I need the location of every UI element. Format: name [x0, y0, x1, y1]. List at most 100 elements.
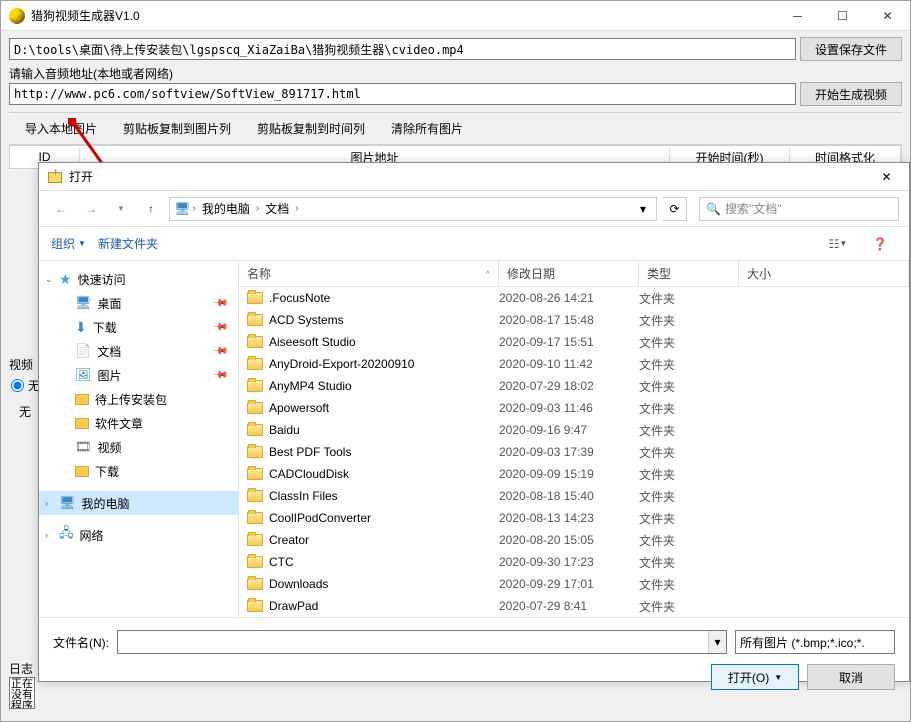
tree-desktop[interactable]: 🖥桌面📌	[39, 291, 238, 315]
file-row[interactable]: CTC2020-09-30 17:23文件夹	[239, 551, 909, 573]
file-date: 2020-09-30 17:23	[499, 555, 639, 569]
no-source-radio-input[interactable]	[11, 379, 24, 392]
nav-up-button[interactable]: ↑	[139, 197, 163, 221]
log-box[interactable]: 正在 没有 程序	[9, 677, 35, 709]
file-name: ClassIn Files	[269, 489, 338, 503]
file-row[interactable]: .FocusNote2020-08-26 14:21文件夹	[239, 287, 909, 309]
dialog-close-button[interactable]: ✕	[864, 163, 909, 191]
nav-back-button[interactable]: ←	[49, 197, 73, 221]
dialog-title: 打开	[69, 168, 864, 185]
file-type: 文件夹	[639, 554, 739, 571]
pin-icon: 📌	[211, 295, 228, 312]
breadcrumb-dropdown[interactable]: ▾	[634, 198, 652, 220]
dialog-toolbar: 组织▼ 新建文件夹 ☷ ▼ ❓	[39, 227, 909, 261]
file-date: 2020-08-20 15:05	[499, 533, 639, 547]
file-row[interactable]: Creator2020-08-20 15:05文件夹	[239, 529, 909, 551]
filename-dropdown[interactable]: ▾	[708, 631, 726, 653]
file-list[interactable]: 名称^ 修改日期 类型 大小 .FocusNote2020-08-26 14:2…	[239, 261, 909, 617]
start-generate-button[interactable]: 开始生成视频	[800, 82, 902, 106]
file-type: 文件夹	[639, 400, 739, 417]
clipboard-to-timelist-button[interactable]: 剪贴板复制到时间列	[247, 116, 375, 141]
file-name: Creator	[269, 533, 309, 547]
tree-documents[interactable]: 📄文档📌	[39, 339, 238, 363]
minimize-button[interactable]: ─	[775, 1, 820, 31]
file-row[interactable]: CADCloudDisk2020-09-09 15:19文件夹	[239, 463, 909, 485]
file-date: 2020-09-16 9:47	[499, 423, 639, 437]
filter-combo[interactable]: 所有图片 (*.bmp;*.ico;*.	[735, 630, 895, 654]
folder-icon	[75, 418, 89, 429]
clipboard-to-piclist-button[interactable]: 剪贴板复制到图片列	[113, 116, 241, 141]
col-date[interactable]: 修改日期	[499, 261, 639, 286]
breadcrumb-pc[interactable]: 我的电脑	[198, 198, 254, 219]
clear-all-images-button[interactable]: 清除所有图片	[381, 116, 473, 141]
maximize-button[interactable]: ☐	[820, 1, 865, 31]
file-row[interactable]: CoolIPodConverter2020-08-13 14:23文件夹	[239, 507, 909, 529]
tree-downloads2[interactable]: 下载	[39, 459, 238, 483]
nav-forward-button[interactable]: →	[79, 197, 103, 221]
file-row[interactable]: Downloads2020-09-29 17:01文件夹	[239, 573, 909, 595]
folder-icon	[247, 358, 263, 370]
filename-combo[interactable]: ▾	[117, 630, 727, 654]
file-row[interactable]: Apowersoft2020-09-03 11:46文件夹	[239, 397, 909, 419]
breadcrumb-docs[interactable]: 文档	[261, 198, 293, 219]
file-row[interactable]: DrawPad2020-07-29 8:41文件夹	[239, 595, 909, 617]
file-row[interactable]: Baidu2020-09-16 9:47文件夹	[239, 419, 909, 441]
set-save-button[interactable]: 设置保存文件	[800, 37, 902, 61]
file-row[interactable]: ACD Systems2020-08-17 15:48文件夹	[239, 309, 909, 331]
file-type: 文件夹	[639, 488, 739, 505]
file-row[interactable]: AnyMP4 Studio2020-07-29 18:02文件夹	[239, 375, 909, 397]
close-button[interactable]: ✕	[865, 1, 910, 31]
tree-video[interactable]: 🎞视频	[39, 435, 238, 459]
pc-icon: 🖥	[174, 201, 191, 217]
file-type: 文件夹	[639, 466, 739, 483]
file-row[interactable]: Best PDF Tools2020-09-03 17:39文件夹	[239, 441, 909, 463]
pc-icon: 🖥	[59, 495, 76, 511]
file-type: 文件夹	[639, 334, 739, 351]
no-source-radio[interactable]: 无	[11, 377, 40, 394]
breadcrumb[interactable]: 🖥 › 我的电脑 › 文档 › ▾	[169, 197, 657, 221]
view-mode-button[interactable]: ☷ ▼	[821, 233, 855, 255]
tree-pictures[interactable]: 🖼图片📌	[39, 363, 238, 387]
tree-upload-pkg[interactable]: 待上传安装包	[39, 387, 238, 411]
chevron-right-icon: ›	[45, 498, 48, 508]
file-name: Aiseesoft Studio	[269, 335, 356, 349]
tree-soft-article[interactable]: 软件文章	[39, 411, 238, 435]
search-input[interactable]: 🔍 搜索"文档"	[699, 197, 899, 221]
file-type: 文件夹	[639, 444, 739, 461]
file-type: 文件夹	[639, 576, 739, 593]
cancel-button[interactable]: 取消	[807, 664, 895, 690]
tree-this-pc[interactable]: ›🖥我的电脑	[39, 491, 238, 515]
file-name: Downloads	[269, 577, 328, 591]
tree-quick-access[interactable]: ⌄★快速访问	[39, 267, 238, 291]
file-row[interactable]: ClassIn Files 2020-08-18 15:40文件夹	[239, 485, 909, 507]
import-local-image-button[interactable]: 导入本地图片	[15, 116, 107, 141]
folder-icon	[75, 394, 89, 405]
col-size[interactable]: 大小	[739, 261, 909, 286]
col-type[interactable]: 类型	[639, 261, 739, 286]
desktop-icon: 🖥	[75, 295, 92, 311]
new-folder-button[interactable]: 新建文件夹	[98, 235, 158, 252]
nav-recent-button[interactable]: ▼	[109, 197, 133, 221]
organize-button[interactable]: 组织▼	[51, 235, 86, 252]
dialog-nav: ← → ▼ ↑ 🖥 › 我的电脑 › 文档 › ▾ ⟳ 🔍 搜索"文档"	[39, 191, 909, 227]
file-type: 文件夹	[639, 290, 739, 307]
open-button[interactable]: 打开(O)▼	[711, 664, 799, 690]
search-placeholder: 搜索"文档"	[725, 200, 782, 217]
save-path-input[interactable]	[9, 38, 796, 60]
chevron-right-icon: ›	[295, 203, 298, 214]
tree-downloads[interactable]: ⬇下载📌	[39, 315, 238, 339]
audio-url-input[interactable]	[9, 83, 796, 105]
col-name[interactable]: 名称^	[239, 261, 499, 286]
file-list-header: 名称^ 修改日期 类型 大小	[239, 261, 909, 287]
refresh-button[interactable]: ⟳	[663, 197, 687, 221]
file-row[interactable]: AnyDroid-Export-202009102020-09-10 11:42…	[239, 353, 909, 375]
filename-input[interactable]	[118, 631, 708, 653]
file-row[interactable]: Aiseesoft Studio2020-09-17 15:51文件夹	[239, 331, 909, 353]
chevron-down-icon: ⌄	[45, 274, 53, 285]
app-icon	[9, 8, 25, 24]
file-date: 2020-08-18 15:40	[499, 489, 639, 503]
tree-network[interactable]: ›🖧网络	[39, 523, 238, 547]
help-button[interactable]: ❓	[863, 233, 897, 255]
file-date: 2020-09-10 11:42	[499, 357, 639, 371]
pin-icon: 📌	[211, 319, 228, 336]
